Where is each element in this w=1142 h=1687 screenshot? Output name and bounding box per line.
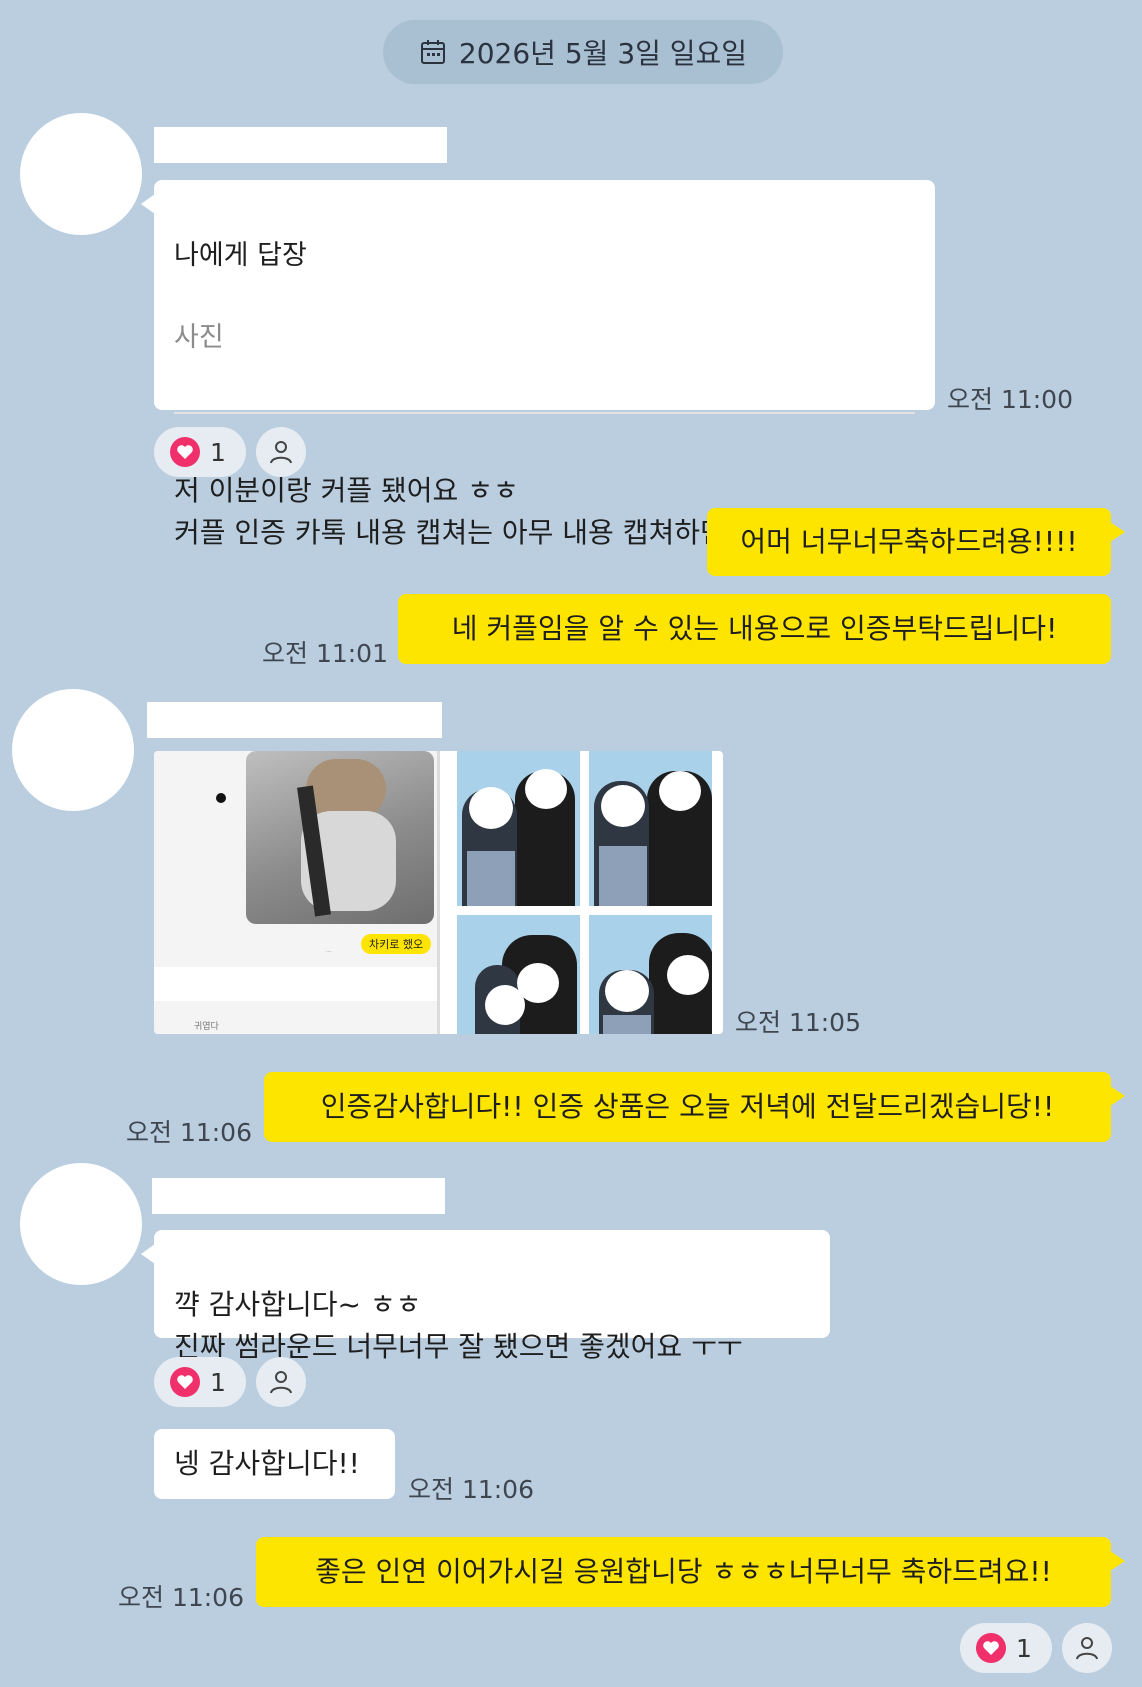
my-message-bubble[interactable]: 어머 너무너무축하드려용!!!! <box>707 508 1125 576</box>
sender-avatar[interactable] <box>12 689 134 811</box>
reaction-count: 1 <box>210 1367 226 1397</box>
message-text: 넹 감사합니다!! <box>174 1447 360 1480</box>
photo-caption: 차키로 했오 <box>361 934 432 954</box>
message-text: 인증감사합니다!! 인증 상품은 오늘 저녁에 전달드리겠습니당!! <box>320 1090 1055 1123</box>
message-text: 어머 너무너무축하드려용!!!! <box>740 525 1078 558</box>
reply-divider <box>174 412 915 414</box>
my-message-bubble[interactable]: 네 커플임을 알 수 있는 내용으로 인증부탁드립니다! <box>398 594 1111 664</box>
message-time: 오전 11:01 <box>262 639 388 668</box>
user-icon <box>270 1371 292 1394</box>
reaction-users-button[interactable] <box>256 1357 306 1407</box>
reaction-heart[interactable]: 1 <box>154 427 246 477</box>
photo-tile <box>589 751 712 906</box>
reply-title: 나에게 답장 <box>174 240 307 271</box>
sender-avatar[interactable] <box>20 1163 142 1285</box>
user-icon <box>270 441 292 464</box>
photo-tile <box>457 751 580 906</box>
photo-content <box>246 751 434 924</box>
photo-small-text: 귀엽다 <box>194 1022 219 1032</box>
message-time: 오전 11:00 <box>947 385 1073 414</box>
message-text: 좋은 인연 이어가시길 응원합니당 ㅎㅎㅎ너무너무 축하드려요!! <box>315 1555 1052 1588</box>
date-divider: 2026년 5월 3일 일요일 <box>383 20 783 84</box>
sender-name <box>154 127 447 163</box>
message-bubble[interactable]: 나에게 답장 사진 저 이분이랑 커플 됐어요 ㅎㅎ 커플 인증 카톡 내용 캡… <box>141 180 935 549</box>
reaction-users-button[interactable] <box>1062 1623 1112 1673</box>
heart-icon <box>170 437 200 467</box>
message-time: 오전 11:06 <box>126 1118 252 1147</box>
reaction-count: 1 <box>1016 1633 1032 1663</box>
my-message-bubble[interactable]: 좋은 인연 이어가시길 응원합니당 ㅎㅎㅎ너무너무 축하드려요!! <box>256 1537 1125 1607</box>
calendar-icon <box>420 40 445 64</box>
message-text: 꺅 감사합니다~ ㅎㅎ 진짜 썸라운드 너무너무 잘 됐으면 좋겠어요 ㅜㅜ <box>174 1288 743 1363</box>
reaction-users-button[interactable] <box>256 427 306 477</box>
date-text: 2026년 5월 3일 일요일 <box>458 37 748 70</box>
photo-grid[interactable]: 차키로 했오 ··· 귀엽다 <box>154 751 723 1034</box>
message-time: 오전 11:05 <box>735 1008 861 1037</box>
my-message-bubble[interactable]: 인증감사합니다!! 인증 상품은 오늘 저녁에 전달드리겠습니당!! <box>264 1072 1125 1142</box>
photo-tile <box>589 915 712 1034</box>
sender-avatar[interactable] <box>20 113 142 235</box>
photo-redaction <box>154 967 440 1001</box>
sender-name <box>152 1178 445 1214</box>
message-time: 오전 11:06 <box>118 1583 244 1612</box>
message-text: 네 커플임을 알 수 있는 내용으로 인증부탁드립니다! <box>451 612 1058 645</box>
heart-icon <box>976 1633 1006 1663</box>
message-bubble[interactable]: 꺅 감사합니다~ ㅎㅎ 진짜 썸라운드 너무너무 잘 됐으면 좋겠어요 ㅜㅜ <box>141 1230 830 1363</box>
reaction-count: 1 <box>210 437 226 467</box>
user-icon <box>1076 1637 1098 1660</box>
reaction-heart[interactable]: 1 <box>154 1357 246 1407</box>
photo-tile[interactable]: 차키로 했오 ··· 귀엽다 <box>154 751 440 1034</box>
message-bubble[interactable]: 넹 감사합니다!! <box>154 1429 395 1499</box>
photo-dot <box>216 793 226 803</box>
sender-name <box>147 702 442 738</box>
photo-booth-strip[interactable] <box>457 751 712 1034</box>
message-time: 오전 11:06 <box>408 1475 534 1504</box>
reaction-heart[interactable]: 1 <box>960 1623 1052 1673</box>
photo-tile <box>457 915 580 1034</box>
reply-subtitle: 사진 <box>174 322 224 353</box>
heart-icon <box>170 1367 200 1397</box>
